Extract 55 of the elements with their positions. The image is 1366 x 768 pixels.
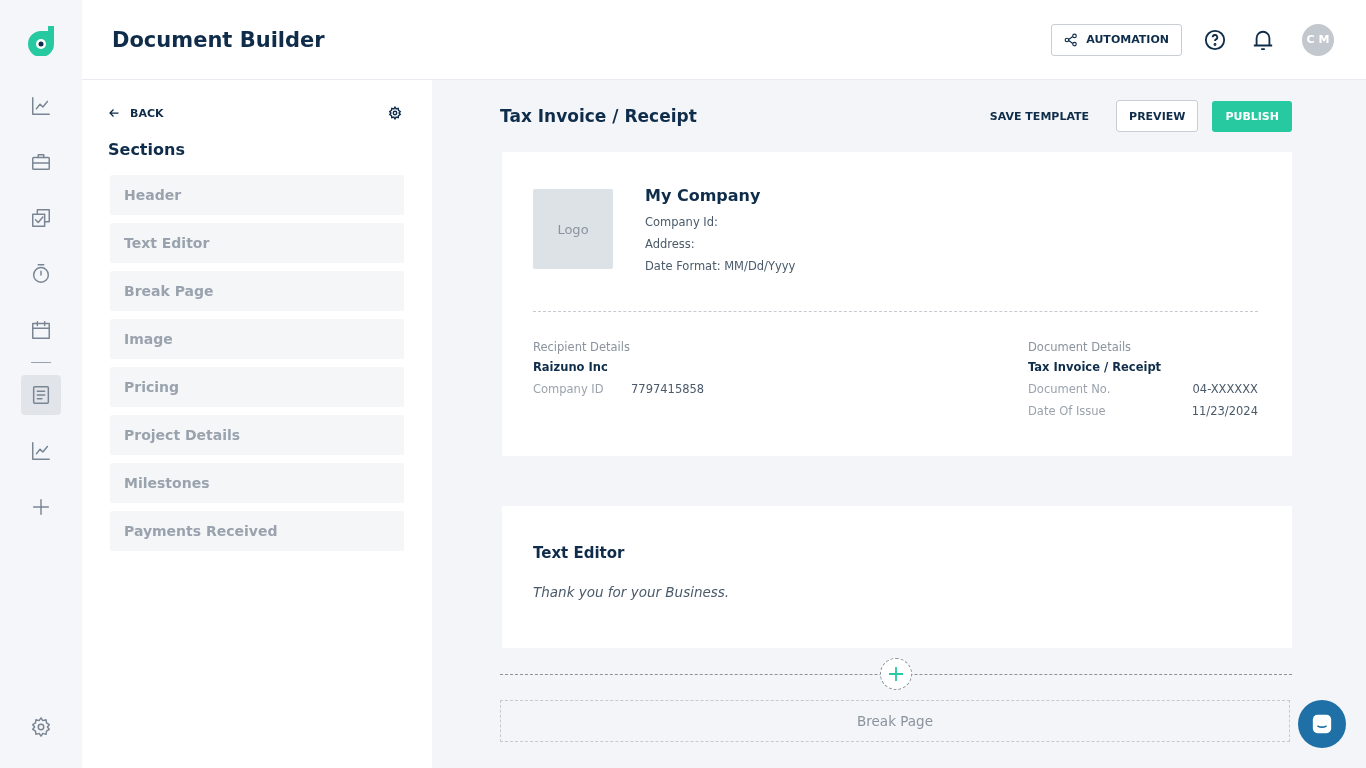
briefcase-icon [30, 151, 52, 173]
preview-button[interactable]: PREVIEW [1116, 100, 1199, 132]
section-title: Text Editor [533, 544, 626, 562]
add-section-button[interactable] [880, 658, 912, 690]
chat-icon [1311, 713, 1333, 735]
section-item[interactable]: Project Details [110, 415, 404, 455]
text-editor-card[interactable]: Text Editor Thank you for your Business. [502, 506, 1292, 648]
section-item[interactable]: Payments Received [110, 511, 404, 551]
stopwatch-icon [30, 263, 52, 285]
company-field: Address: [645, 233, 796, 255]
break-page-block[interactable]: Break Page [500, 700, 1290, 742]
company-field: Company Id: [645, 211, 796, 233]
checklist-icon [30, 207, 52, 229]
section-item[interactable]: Text Editor [110, 223, 404, 263]
chart-icon [30, 440, 52, 462]
help-icon[interactable] [1204, 28, 1226, 51]
header-section-card[interactable]: Logo My Company Company Id: Address: Date Format: MM/Dd/Yyyy Recipient Details Raizuno Inc Company ID 7797415858 Document Details Tax Invoice / Receipt Document No. 04-XXXXXX Date Of Issue 11/23/2024 [502, 152, 1292, 456]
user-avatar[interactable]: C M [1302, 23, 1334, 56]
field-label: Document No. [1028, 381, 1111, 398]
back-link[interactable]: BACK [108, 106, 164, 120]
section-item[interactable]: Break Page [110, 271, 404, 311]
details-name: Tax Invoice / Receipt [1028, 360, 1163, 374]
logo-icon [26, 24, 56, 56]
document-title: Tax Invoice / Receipt [500, 106, 698, 126]
field-value: 04-XXXXXX [1192, 381, 1258, 398]
logo-placeholder: Logo [533, 189, 613, 269]
settings-icon[interactable] [388, 106, 402, 120]
document-icon [30, 384, 52, 406]
plus-icon [30, 496, 52, 518]
chat-button[interactable] [1298, 700, 1346, 748]
section-item[interactable]: Header [110, 175, 404, 215]
automation-button[interactable]: AUTOMATION [1051, 23, 1182, 56]
body-text: Thank you for your Business. [533, 584, 731, 600]
arrow-left-icon [108, 107, 120, 119]
details-label: Recipient Details [533, 340, 631, 354]
details-name: Raizuno Inc [533, 360, 609, 374]
field-label: Date Of Issue [1028, 403, 1106, 420]
section-item[interactable]: Milestones [110, 463, 404, 503]
share-icon [1064, 32, 1079, 47]
sections-heading: Sections [108, 140, 186, 159]
chart-icon [30, 95, 52, 117]
section-item[interactable]: Pricing [110, 367, 404, 407]
calendar-icon [30, 319, 52, 341]
field-value: 11/23/2024 [1191, 403, 1258, 420]
company-field: Date Format: MM/Dd/Yyyy [645, 255, 796, 277]
page-title: Document Builder [112, 27, 326, 52]
nav-button[interactable] [21, 375, 61, 415]
field-value: 7797415858 [631, 381, 705, 398]
plus-icon [888, 666, 904, 682]
section-item[interactable]: Image [110, 319, 404, 359]
save-template-button[interactable]: SAVE TEMPLATE [976, 100, 1103, 132]
company-name: My Company [645, 186, 762, 205]
publish-button[interactable]: PUBLISH [1212, 100, 1292, 132]
field-label: Company ID [533, 381, 605, 398]
details-label: Document Details [1028, 340, 1133, 354]
